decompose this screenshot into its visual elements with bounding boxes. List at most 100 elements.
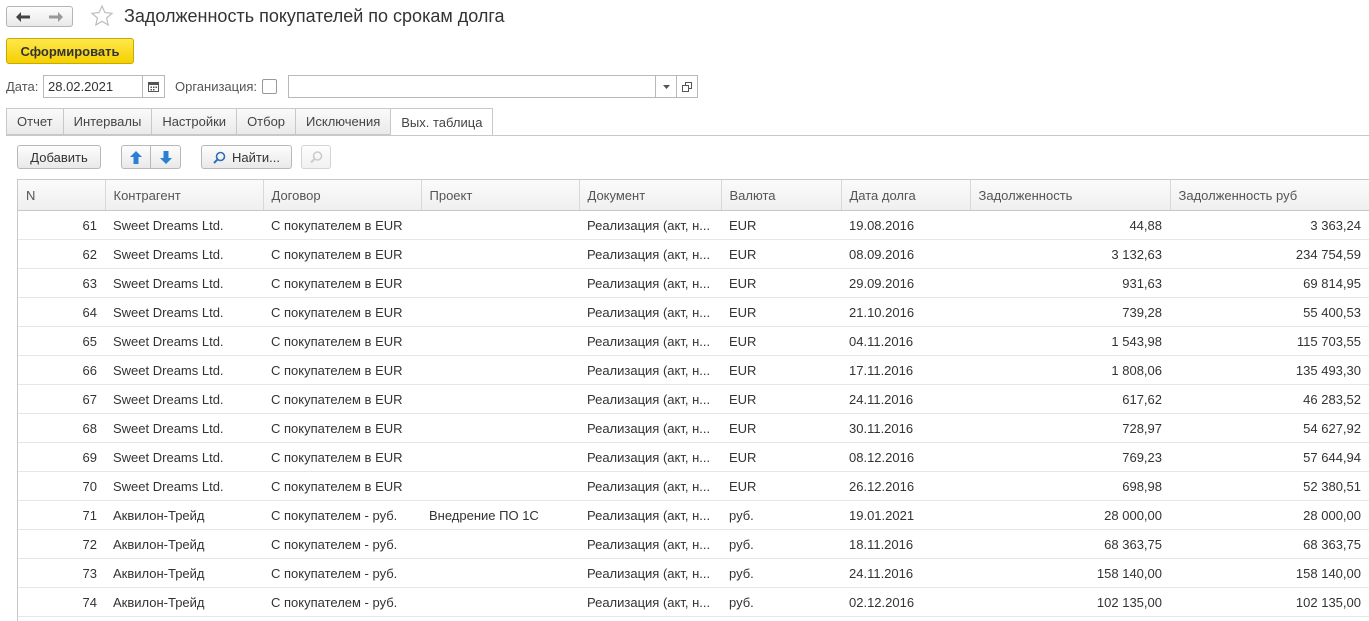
cell-n: 64	[18, 297, 105, 327]
table-row[interactable]: 67 Sweet Dreams Ltd. С покупателем в EUR Ре…	[18, 384, 1369, 414]
cell-debt: 28 000,00	[970, 500, 1170, 530]
cell-debt-date: 24.11.2016	[841, 384, 970, 414]
cell-debt: 68 363,75	[970, 529, 1170, 559]
table-row[interactable]: 62 Sweet Dreams Ltd. С покупателем в EUR Ре…	[18, 239, 1369, 269]
cell-debt-rub: 158 140,00	[1170, 558, 1369, 588]
cell-document: Реализация (акт, н...	[579, 587, 721, 617]
cell-n: 71	[18, 500, 105, 530]
find-button[interactable]: Найти...	[201, 145, 292, 169]
cell-debt-rub: 102 135,00	[1170, 587, 1369, 617]
cell-n: 65	[18, 326, 105, 356]
cell-debt-rub: 28 000,00	[1170, 500, 1369, 530]
cell-document: Реализация (акт, н...	[579, 355, 721, 385]
tab-filter[interactable]: Отбор	[236, 108, 296, 135]
cell-document: Реализация (акт, н...	[579, 326, 721, 356]
column-header-contract[interactable]: Договор	[263, 180, 422, 211]
cell-project	[421, 239, 579, 269]
tab-settings[interactable]: Настройки	[151, 108, 237, 135]
tab-intervals[interactable]: Интервалы	[62, 108, 152, 135]
column-header-currency[interactable]: Валюта	[721, 180, 842, 211]
cell-contract: С покупателем в EUR	[263, 471, 421, 501]
column-header-debt-rub[interactable]: Задолженность руб	[1170, 180, 1369, 211]
forward-button[interactable]	[39, 6, 73, 27]
cell-currency: EUR	[721, 297, 841, 327]
column-header-debt[interactable]: Задолженность	[970, 180, 1171, 211]
cell-contract: С покупателем - руб.	[263, 558, 421, 588]
tab-divider	[6, 135, 1369, 136]
cell-debt-date: 17.11.2016	[841, 355, 970, 385]
cell-contract: С покупателем в EUR	[263, 239, 421, 269]
organization-dropdown-button[interactable]	[655, 75, 677, 98]
column-header-debt-date[interactable]: Дата долга	[841, 180, 971, 211]
cell-project	[421, 326, 579, 356]
organization-open-button[interactable]	[676, 75, 698, 98]
cell-currency: EUR	[721, 326, 841, 356]
cell-currency: руб.	[721, 529, 841, 559]
cell-project	[421, 587, 579, 617]
cell-debt-rub: 55 400,53	[1170, 297, 1369, 327]
calendar-button[interactable]	[142, 75, 165, 98]
chevron-down-icon	[662, 84, 670, 89]
cell-debt-date: 02.12.2016	[841, 587, 970, 617]
tab-output-table[interactable]: Вых. таблица	[390, 108, 494, 136]
move-down-button[interactable]	[150, 145, 181, 169]
cell-contract: С покупателем в EUR	[263, 210, 421, 240]
output-table[interactable]: N Контрагент Договор Проект Документ Вал…	[17, 179, 1369, 621]
table-row[interactable]: 66 Sweet Dreams Ltd. С покупателем в EUR Ре…	[18, 355, 1369, 385]
cell-project	[421, 355, 579, 385]
cell-n: 63	[18, 268, 105, 298]
page-title: Задолженность покупателей по срокам долг…	[124, 6, 505, 26]
column-header-n[interactable]: N	[18, 180, 106, 211]
cell-debt-rub: 68 363,75	[1170, 529, 1369, 559]
cell-n: 62	[18, 239, 105, 269]
move-up-button[interactable]	[121, 145, 151, 169]
add-button[interactable]: Добавить	[17, 145, 101, 169]
tab-exclusions[interactable]: Исключения	[295, 108, 391, 135]
column-header-document[interactable]: Документ	[579, 180, 722, 211]
cell-project	[421, 471, 579, 501]
table-header-row: N Контрагент Договор Проект Документ Вал…	[18, 180, 1369, 211]
cell-contract: С покупателем в EUR	[263, 326, 421, 356]
cell-debt: 44,88	[970, 210, 1170, 240]
cell-contract: С покупателем в EUR	[263, 355, 421, 385]
organization-field[interactable]	[288, 75, 656, 98]
organization-checkbox[interactable]	[262, 79, 277, 94]
table-row[interactable]: 72 Аквилон-Трейд С покупателем - руб. Реали…	[18, 529, 1369, 559]
arrow-up-icon	[130, 150, 142, 164]
cell-document: Реализация (акт, н...	[579, 529, 721, 559]
table-row[interactable]: 70 Sweet Dreams Ltd. С покупателем в EUR Ре…	[18, 471, 1369, 501]
table-row[interactable]: 68 Sweet Dreams Ltd. С покупателем в EUR Ре…	[18, 413, 1369, 443]
tab-report[interactable]: Отчет	[6, 108, 63, 135]
cell-currency: EUR	[721, 210, 841, 240]
table-row[interactable]: 73 Аквилон-Трейд С покупателем - руб. Реали…	[18, 558, 1369, 588]
cancel-search-button[interactable]	[301, 145, 331, 169]
table-row[interactable]: 64 Sweet Dreams Ltd. С покупателем в EUR Ре…	[18, 297, 1369, 327]
cell-debt-rub: 52 380,51	[1170, 471, 1369, 501]
back-button[interactable]	[6, 6, 40, 27]
cell-document: Реализация (акт, н...	[579, 210, 721, 240]
table-row[interactable]: 71 Аквилон-Трейд С покупателем - руб. Внедр…	[18, 500, 1369, 530]
cell-contract: С покупателем в EUR	[263, 297, 421, 327]
cell-debt-rub: 115 703,55	[1170, 326, 1369, 356]
cell-counterparty: Sweet Dreams Ltd.	[105, 326, 263, 356]
cell-n: 72	[18, 529, 105, 559]
cell-currency: руб.	[721, 558, 841, 588]
column-header-project[interactable]: Проект	[421, 180, 580, 211]
cell-document: Реализация (акт, н...	[579, 500, 721, 530]
arrow-left-icon	[16, 11, 30, 22]
date-field[interactable]: 28.02.2021	[43, 75, 143, 98]
table-row[interactable]: 63 Sweet Dreams Ltd. С покупателем в EUR Ре…	[18, 268, 1369, 298]
cell-currency: EUR	[721, 413, 841, 443]
column-header-counterparty[interactable]: Контрагент	[105, 180, 264, 211]
cell-contract: С покупателем - руб.	[263, 529, 421, 559]
cell-project	[421, 413, 579, 443]
cell-contract: С покупателем в EUR	[263, 384, 421, 414]
table-row[interactable]: 74 Аквилон-Трейд С покупателем - руб. Реали…	[18, 587, 1369, 617]
table-row[interactable]: 65 Sweet Dreams Ltd. С покупателем в EUR Ре…	[18, 326, 1369, 356]
table-row[interactable]: 61 Sweet Dreams Ltd. С покупателем в EUR Ре…	[18, 210, 1369, 240]
favorite-star-icon[interactable]	[90, 4, 114, 28]
cell-currency: руб.	[721, 500, 841, 530]
generate-report-button[interactable]: Сформировать	[6, 38, 134, 64]
table-row[interactable]: 69 Sweet Dreams Ltd. С покупателем в EUR Ре…	[18, 442, 1369, 472]
cell-document: Реализация (акт, н...	[579, 239, 721, 269]
